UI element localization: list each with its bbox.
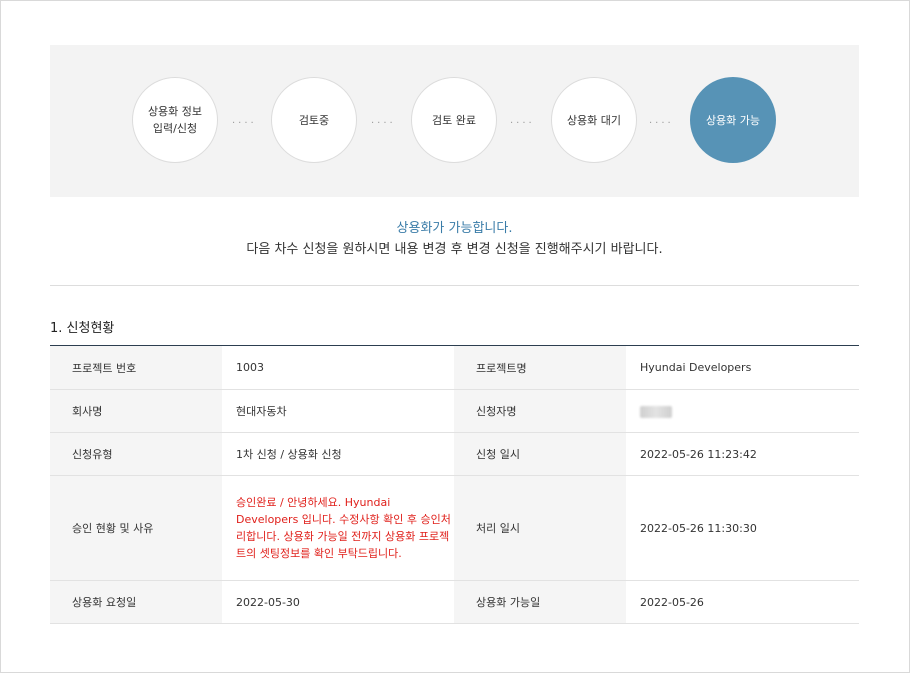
table-row: 상용화 요청일 2022-05-30 상용화 가능일 2022-05-26 xyxy=(50,580,859,624)
label-available-date: 상용화 가능일 xyxy=(454,580,626,624)
section-title: 1. 신청현황 xyxy=(50,321,115,336)
page-frame: 상용화 정보 입력/신청 ···· 검토중 ···· 검토 완료 ···· 상용… xyxy=(0,0,910,673)
table-row: 프로젝트 번호 1003 프로젝트명 Hyundai Developers xyxy=(50,345,859,390)
step-separator: ···· xyxy=(371,118,396,129)
value-processed-date: 2022-05-26 11:30:30 xyxy=(626,475,859,581)
step-waiting: 상용화 대기 xyxy=(551,77,637,163)
step-separator: ···· xyxy=(510,118,535,129)
status-title: 상용화가 가능합니다. xyxy=(396,221,513,236)
label-applicant: 신청자명 xyxy=(454,389,626,433)
table-row: 회사명 현대자동차 신청자명 xyxy=(50,389,859,433)
value-applicant xyxy=(626,389,859,433)
divider xyxy=(50,285,859,286)
label-application-date: 신청 일시 xyxy=(454,432,626,476)
label-application-type: 신청유형 xyxy=(50,432,222,476)
value-available-date: 2022-05-26 xyxy=(626,580,859,624)
label-processed-date: 처리 일시 xyxy=(454,475,626,581)
step-info-submit: 상용화 정보 입력/신청 xyxy=(132,77,218,163)
value-project-number: 1003 xyxy=(222,345,454,390)
step-separator: ···· xyxy=(232,118,257,129)
label-project-number: 프로젝트 번호 xyxy=(50,345,222,390)
value-application-type: 1차 신청 / 상용화 신청 xyxy=(222,432,454,476)
value-company: 현대자동차 xyxy=(222,389,454,433)
value-project-name: Hyundai Developers xyxy=(626,345,859,390)
table-row: 승인 현황 및 사유 승인완료 / 안녕하세요. Hyundai Develop… xyxy=(50,475,859,581)
status-message: 상용화가 가능합니다. 다음 차수 신청을 원하시면 내용 변경 후 변경 신청… xyxy=(50,219,859,261)
step-separator: ···· xyxy=(649,118,674,129)
status-subtitle: 다음 차수 신청을 원하시면 내용 변경 후 변경 신청을 진행해주시기 바랍니… xyxy=(246,242,663,257)
step-available: 상용화 가능 xyxy=(690,77,776,163)
label-request-date: 상용화 요청일 xyxy=(50,580,222,624)
label-company: 회사명 xyxy=(50,389,222,433)
table-row: 신청유형 1차 신청 / 상용화 신청 신청 일시 2022-05-26 11:… xyxy=(50,432,859,476)
step-review-complete: 검토 완료 xyxy=(411,77,497,163)
value-approval-status: 승인완료 / 안녕하세요. Hyundai Developers 입니다. 수정… xyxy=(222,475,454,581)
value-application-date: 2022-05-26 11:23:42 xyxy=(626,432,859,476)
label-project-name: 프로젝트명 xyxy=(454,345,626,390)
progress-steps: 상용화 정보 입력/신청 ···· 검토중 ···· 검토 완료 ···· 상용… xyxy=(50,45,859,197)
blurred-applicant-name xyxy=(640,405,672,418)
step-reviewing: 검토중 xyxy=(271,77,357,163)
value-request-date: 2022-05-30 xyxy=(222,580,454,624)
application-status-table: 프로젝트 번호 1003 프로젝트명 Hyundai Developers 회사… xyxy=(50,345,859,624)
label-approval-status: 승인 현황 및 사유 xyxy=(50,475,222,581)
